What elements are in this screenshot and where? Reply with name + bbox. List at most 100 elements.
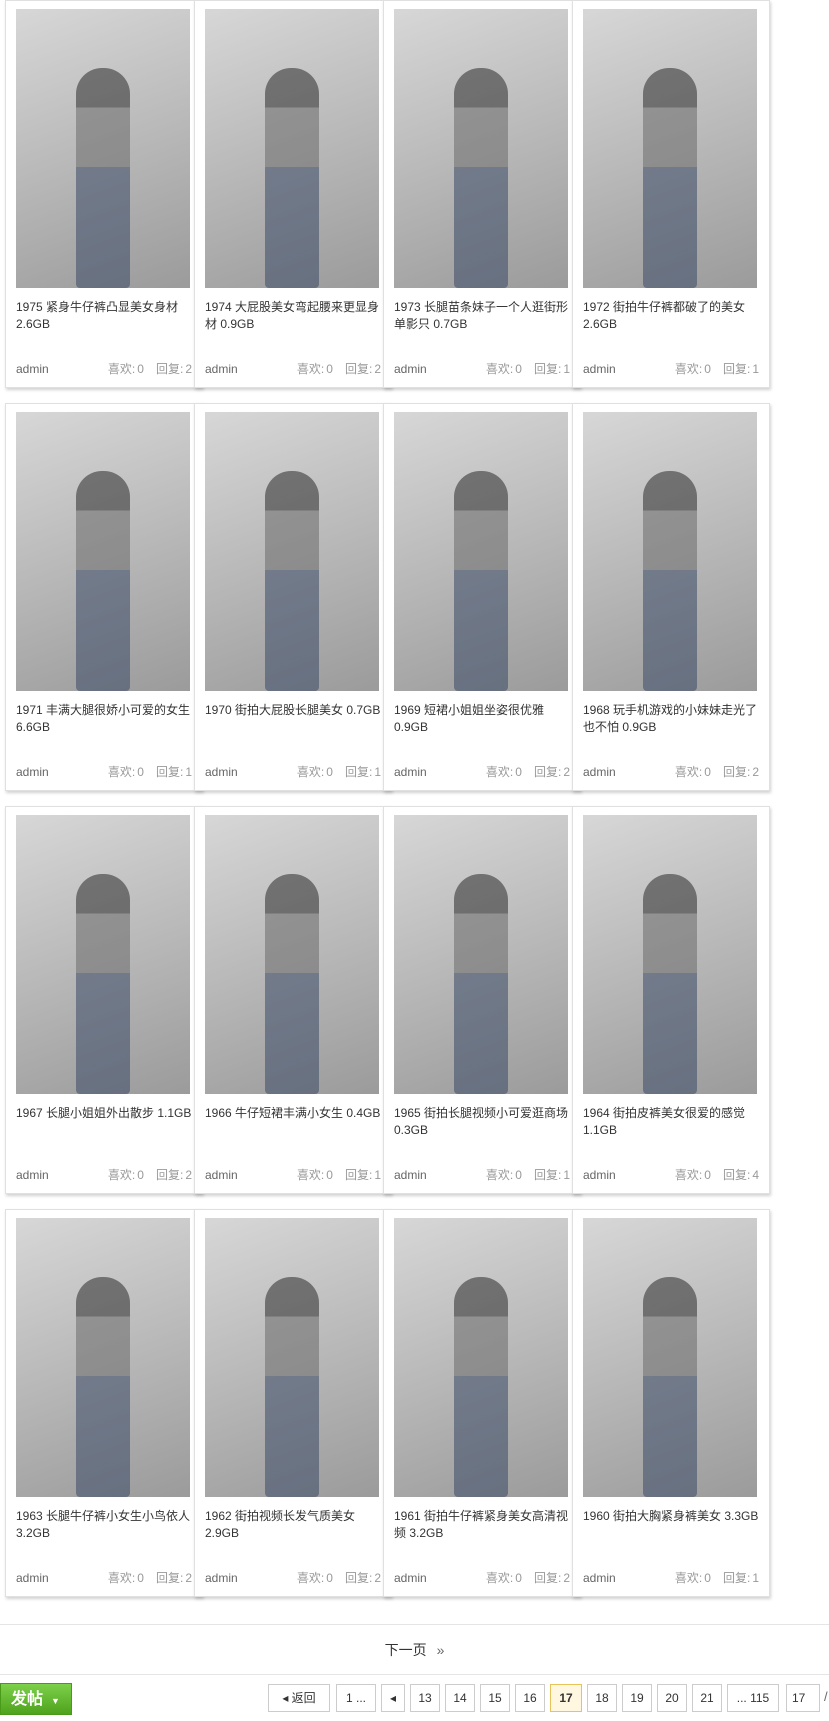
page-21[interactable]: 21 bbox=[692, 1684, 722, 1712]
author-link[interactable]: admin bbox=[16, 1570, 49, 1586]
thread-title[interactable]: 1962 街拍视频长发气质美女 2.9GB bbox=[205, 1508, 383, 1548]
author-link[interactable]: admin bbox=[583, 361, 616, 377]
author-link[interactable]: admin bbox=[583, 1167, 616, 1183]
photo-thumbnail[interactable] bbox=[583, 1218, 757, 1497]
thread-card[interactable]: 1969 短裙小姐姐坐姿很优雅 0.9GB admin 喜欢: 0 回复: 2 bbox=[383, 403, 581, 791]
likes-label: 喜欢: bbox=[485, 362, 514, 376]
thread-card[interactable]: 1961 街拍牛仔裤紧身美女高清视频 3.2GB admin 喜欢: 0 回复: 2 bbox=[383, 1209, 581, 1597]
thread-card[interactable]: 1968 玩手机游戏的小妹妹走光了也不怕 0.9GB admin 喜欢: 0 回复… bbox=[572, 403, 770, 791]
replies-count: 2 bbox=[752, 765, 759, 779]
author-link[interactable]: admin bbox=[205, 1167, 238, 1183]
thread-title[interactable]: 1967 长腿小姐姐外出散步 1.1GB bbox=[16, 1105, 194, 1145]
thread-card[interactable]: 1965 街拍长腿视频小可爱逛商场 0.3GB admin 喜欢: 0 回复: 1 bbox=[383, 806, 581, 1194]
author-link[interactable]: admin bbox=[16, 361, 49, 377]
author-link[interactable]: admin bbox=[16, 1167, 49, 1183]
thread-card[interactable]: 1971 丰满大腿很娇小可爱的女生 6.6GB admin 喜欢: 0 回复: 1 bbox=[5, 403, 203, 791]
author-link[interactable]: admin bbox=[16, 764, 49, 780]
photo-thumbnail[interactable] bbox=[205, 9, 379, 288]
thread-title[interactable]: 1964 街拍皮裤美女很爱的感觉 1.1GB bbox=[583, 1105, 761, 1145]
page-last[interactable]: ... 115 bbox=[727, 1684, 779, 1712]
author-link[interactable]: admin bbox=[394, 764, 427, 780]
author-link[interactable]: admin bbox=[205, 1570, 238, 1586]
thread-title[interactable]: 1969 短裙小姐姐坐姿很优雅 0.9GB bbox=[394, 702, 572, 742]
likes-count: 0 bbox=[326, 1571, 333, 1585]
author-link[interactable]: admin bbox=[394, 1570, 427, 1586]
thread-card[interactable]: 1966 牛仔短裙丰满小女生 0.4GB admin 喜欢: 0 回复: 1 bbox=[194, 806, 392, 1194]
likes-label: 喜欢: bbox=[296, 362, 325, 376]
thread-card[interactable]: 1970 街拍大屁股长腿美女 0.7GB admin 喜欢: 0 回复: 1 bbox=[194, 403, 392, 791]
page-jump-input[interactable]: 17 bbox=[786, 1684, 820, 1712]
likes-count: 0 bbox=[515, 362, 522, 376]
thread-title[interactable]: 1974 大屁股美女弯起腰来更显身材 0.9GB bbox=[205, 299, 383, 339]
thread-card[interactable]: 1960 街拍大胸紧身裤美女 3.3GB admin 喜欢: 0 回复: 1 bbox=[572, 1209, 770, 1597]
likes-label: 喜欢: bbox=[485, 765, 514, 779]
author-link[interactable]: admin bbox=[583, 1570, 616, 1586]
next-page-link[interactable]: 下一页 » bbox=[0, 1628, 829, 1672]
thread-card[interactable]: 1962 街拍视频长发气质美女 2.9GB admin 喜欢: 0 回复: 2 bbox=[194, 1209, 392, 1597]
thread-title[interactable]: 1975 紧身牛仔裤凸显美女身材 2.6GB bbox=[16, 299, 194, 339]
author-link[interactable]: admin bbox=[205, 361, 238, 377]
thread-title[interactable]: 1965 街拍长腿视频小可爱逛商场 0.3GB bbox=[394, 1105, 572, 1145]
likes-count: 0 bbox=[515, 1168, 522, 1182]
replies-label: 回复: bbox=[722, 362, 751, 376]
author-link[interactable]: admin bbox=[205, 764, 238, 780]
thread-title[interactable]: 1971 丰满大腿很娇小可爱的女生 6.6GB bbox=[16, 702, 194, 742]
page-20[interactable]: 20 bbox=[657, 1684, 687, 1712]
photo-thumbnail[interactable] bbox=[205, 815, 379, 1094]
page-14[interactable]: 14 bbox=[445, 1684, 475, 1712]
thread-card[interactable]: 1964 街拍皮裤美女很爱的感觉 1.1GB admin 喜欢: 0 回复: 4 bbox=[572, 806, 770, 1194]
thread-title[interactable]: 1963 长腿牛仔裤小女生小鸟依人 3.2GB bbox=[16, 1508, 194, 1548]
prev-page-button[interactable]: ◂ bbox=[381, 1684, 405, 1712]
photo-thumbnail[interactable] bbox=[394, 412, 568, 691]
page-16[interactable]: 16 bbox=[515, 1684, 545, 1712]
likes-label: 喜欢: bbox=[107, 362, 136, 376]
photo-thumbnail[interactable] bbox=[16, 412, 190, 691]
page-19[interactable]: 19 bbox=[622, 1684, 652, 1712]
page-first[interactable]: 1 ... bbox=[336, 1684, 376, 1712]
photo-thumbnail[interactable] bbox=[583, 412, 757, 691]
replies-label: 回复: bbox=[155, 1571, 184, 1585]
next-page-label[interactable]: 下一页 bbox=[385, 1642, 427, 1658]
double-chevron-right-icon[interactable]: » bbox=[437, 1642, 445, 1658]
photo-thumbnail[interactable] bbox=[16, 1218, 190, 1497]
back-button[interactable]: ◂ 返回 bbox=[268, 1684, 330, 1712]
page-15[interactable]: 15 bbox=[480, 1684, 510, 1712]
thread-title[interactable]: 1968 玩手机游戏的小妹妹走光了也不怕 0.9GB bbox=[583, 702, 761, 742]
photo-thumbnail[interactable] bbox=[583, 9, 757, 288]
thread-title[interactable]: 1970 街拍大屁股长腿美女 0.7GB bbox=[205, 702, 383, 742]
author-link[interactable]: admin bbox=[583, 764, 616, 780]
photo-thumbnail[interactable] bbox=[394, 815, 568, 1094]
thread-card[interactable]: 1975 紧身牛仔裤凸显美女身材 2.6GB admin 喜欢: 0 回复: 2 bbox=[5, 0, 203, 388]
replies-count: 1 bbox=[563, 1168, 570, 1182]
likes-count: 0 bbox=[704, 1571, 711, 1585]
author-link[interactable]: admin bbox=[394, 361, 427, 377]
likes-count: 0 bbox=[515, 1571, 522, 1585]
thread-card[interactable]: 1963 长腿牛仔裤小女生小鸟依人 3.2GB admin 喜欢: 0 回复: 2 bbox=[5, 1209, 203, 1597]
replies-count: 2 bbox=[185, 1168, 192, 1182]
thread-card[interactable]: 1967 长腿小姐姐外出散步 1.1GB admin 喜欢: 0 回复: 2 bbox=[5, 806, 203, 1194]
replies-label: 回复: bbox=[344, 1571, 373, 1585]
likes-label: 喜欢: bbox=[674, 1168, 703, 1182]
likes-count: 0 bbox=[326, 362, 333, 376]
likes-label: 喜欢: bbox=[485, 1571, 514, 1585]
page-18[interactable]: 18 bbox=[587, 1684, 617, 1712]
page-17-current[interactable]: 17 bbox=[550, 1684, 582, 1712]
author-link[interactable]: admin bbox=[394, 1167, 427, 1183]
photo-thumbnail[interactable] bbox=[205, 1218, 379, 1497]
thread-card[interactable]: 1973 长腿苗条妹子一个人逛街形单影只 0.7GB admin 喜欢: 0 回复… bbox=[383, 0, 581, 388]
photo-thumbnail[interactable] bbox=[16, 9, 190, 288]
thread-card[interactable]: 1974 大屁股美女弯起腰来更显身材 0.9GB admin 喜欢: 0 回复: 2 bbox=[194, 0, 392, 388]
replies-label: 回复: bbox=[533, 1168, 562, 1182]
thread-title[interactable]: 1966 牛仔短裙丰满小女生 0.4GB bbox=[205, 1105, 383, 1145]
photo-thumbnail[interactable] bbox=[16, 815, 190, 1094]
thread-card[interactable]: 1972 街拍牛仔裤都破了的美女 2.6GB admin 喜欢: 0 回复: 1 bbox=[572, 0, 770, 388]
thread-title[interactable]: 1972 街拍牛仔裤都破了的美女 2.6GB bbox=[583, 299, 761, 339]
photo-thumbnail[interactable] bbox=[394, 9, 568, 288]
photo-thumbnail[interactable] bbox=[583, 815, 757, 1094]
thread-title[interactable]: 1973 长腿苗条妹子一个人逛街形单影只 0.7GB bbox=[394, 299, 572, 339]
page-13[interactable]: 13 bbox=[410, 1684, 440, 1712]
photo-thumbnail[interactable] bbox=[394, 1218, 568, 1497]
thread-title[interactable]: 1960 街拍大胸紧身裤美女 3.3GB bbox=[583, 1508, 761, 1548]
thread-title[interactable]: 1961 街拍牛仔裤紧身美女高清视频 3.2GB bbox=[394, 1508, 572, 1548]
photo-thumbnail[interactable] bbox=[205, 412, 379, 691]
